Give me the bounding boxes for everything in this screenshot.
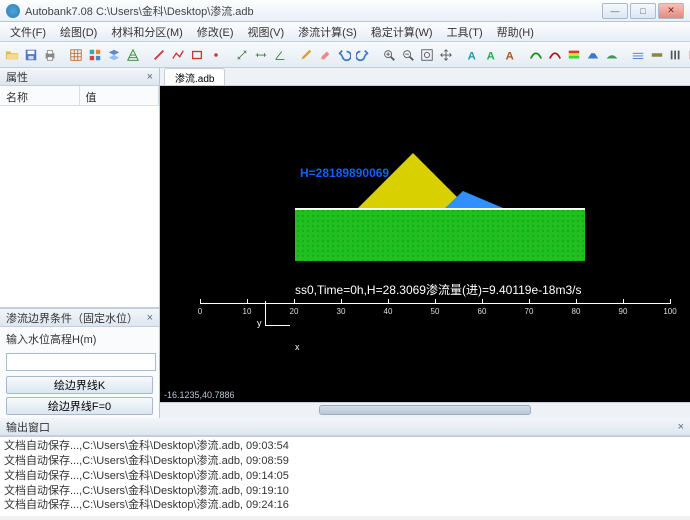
output-header: 输出窗口 xyxy=(0,418,690,436)
ruler: 0102030405060708090100 xyxy=(200,296,670,316)
menu-tools[interactable]: 工具(T) xyxy=(441,22,489,42)
water2-icon[interactable] xyxy=(649,45,665,65)
zone-icon[interactable] xyxy=(87,45,103,65)
save-icon[interactable] xyxy=(23,45,39,65)
axis-x-label: x xyxy=(295,342,300,352)
prop-col-value: 值 xyxy=(80,86,160,105)
mesh-icon[interactable] xyxy=(125,45,141,65)
bars-icon[interactable] xyxy=(668,45,684,65)
document-tab[interactable]: 渗流.adb xyxy=(164,68,225,85)
layers-icon[interactable] xyxy=(106,45,122,65)
draw-boundary-k-button[interactable]: 绘边界线K xyxy=(6,376,153,394)
menu-materials[interactable]: 材料和分区(M) xyxy=(105,22,189,42)
eraser-icon[interactable] xyxy=(317,45,333,65)
output-line: 文档自动保存...,C:\Users\金科\Desktop\渗流.adb, 09… xyxy=(4,484,686,499)
pencil-icon[interactable] xyxy=(298,45,314,65)
properties-header: 属性 xyxy=(0,68,159,86)
angle-icon[interactable] xyxy=(272,45,288,65)
svg-text:A: A xyxy=(487,50,495,62)
menu-help[interactable]: 帮助(H) xyxy=(491,22,540,42)
menu-file[interactable]: 文件(F) xyxy=(4,22,52,42)
zoom-fit-icon[interactable] xyxy=(419,45,435,65)
menu-seepage[interactable]: 渗流计算(S) xyxy=(292,22,363,42)
draw-boundary-f0-button[interactable]: 绘边界线F=0 xyxy=(6,397,153,415)
horizontal-scrollbar[interactable] xyxy=(160,402,690,418)
svg-text:A: A xyxy=(506,50,514,62)
titlebar: Autobank7.08 C:\Users\金科\Desktop\渗流.adb … xyxy=(0,0,690,22)
maximize-button[interactable]: □ xyxy=(630,3,656,19)
svg-text:A: A xyxy=(468,50,476,62)
app-icon xyxy=(6,4,20,18)
properties-list[interactable] xyxy=(0,106,159,308)
zoom-out-icon[interactable] xyxy=(400,45,416,65)
water-level-input[interactable] xyxy=(6,353,156,371)
tabbar: 渗流.adb xyxy=(160,68,690,86)
pan-icon[interactable] xyxy=(438,45,454,65)
toolbar: A A A xyxy=(0,42,690,68)
redo-icon[interactable] xyxy=(355,45,371,65)
boundary-input-label: 输入水位高程H(m) xyxy=(0,327,159,351)
canvas[interactable]: H=28189890069 ss0,Time=0h,H=28.3069渗流量(进… xyxy=(160,86,690,402)
grid-icon[interactable] xyxy=(68,45,84,65)
boundary-header: 渗流边界条件（固定水位） xyxy=(0,309,159,327)
menu-view[interactable]: 视图(V) xyxy=(242,22,291,42)
output-line: 文档自动保存...,C:\Users\金科\Desktop\渗流.adb, 09… xyxy=(4,454,686,469)
output-line: 文档自动保存...,C:\Users\金科\Desktop\渗流.adb, 09… xyxy=(4,439,686,454)
contour-icon[interactable] xyxy=(566,45,582,65)
print-icon[interactable] xyxy=(42,45,58,65)
surface-icon[interactable] xyxy=(604,45,620,65)
window-title: Autobank7.08 C:\Users\金科\Desktop\渗流.adb xyxy=(25,3,602,19)
section-icon[interactable] xyxy=(585,45,601,65)
slip-line2-icon[interactable] xyxy=(547,45,563,65)
minimize-button[interactable]: — xyxy=(602,3,628,19)
dimension-icon[interactable] xyxy=(253,45,269,65)
output-line: 文档自动保存...,C:\Users\金科\Desktop\渗流.adb, 09… xyxy=(4,498,686,513)
menubar: 文件(F) 绘图(D) 材料和分区(M) 修改(E) 视图(V) 渗流计算(S)… xyxy=(0,22,690,42)
line-icon[interactable] xyxy=(151,45,167,65)
measure-icon[interactable] xyxy=(234,45,250,65)
undo-icon[interactable] xyxy=(336,45,352,65)
rect-icon[interactable] xyxy=(189,45,205,65)
axis-y-label: y xyxy=(257,318,262,328)
slip-line-icon[interactable] xyxy=(528,45,544,65)
text-a-icon[interactable]: A xyxy=(464,45,480,65)
output-list[interactable]: 文档自动保存...,C:\Users\金科\Desktop\渗流.adb, 09… xyxy=(0,436,690,516)
output-line: 文档自动保存...,C:\Users\金科\Desktop\渗流.adb, 09… xyxy=(4,469,686,484)
text-a2-icon[interactable]: A xyxy=(483,45,499,65)
open-icon[interactable] xyxy=(4,45,20,65)
prop-col-name: 名称 xyxy=(0,86,80,105)
dam-model xyxy=(295,181,585,261)
point-icon[interactable] xyxy=(208,45,224,65)
text-a3-icon[interactable]: A xyxy=(502,45,518,65)
polyline-icon[interactable] xyxy=(170,45,186,65)
close-button[interactable]: ✕ xyxy=(658,3,684,19)
water1-icon[interactable] xyxy=(630,45,646,65)
menu-draw[interactable]: 绘图(D) xyxy=(54,22,103,42)
zoom-in-icon[interactable] xyxy=(381,45,397,65)
head-label: H=28189890069 xyxy=(300,166,389,180)
menu-stability[interactable]: 稳定计算(W) xyxy=(365,22,439,42)
cursor-coords: -16.1235,40.7886 xyxy=(164,390,235,400)
menu-modify[interactable]: 修改(E) xyxy=(191,22,240,42)
